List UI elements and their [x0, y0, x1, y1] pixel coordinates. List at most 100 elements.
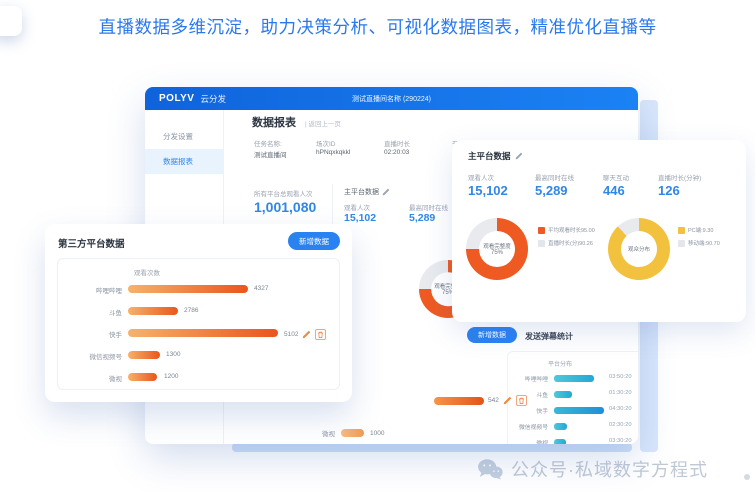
chart-row: 微视 1200 [58, 371, 339, 383]
edit-icon[interactable] [503, 396, 512, 405]
footer: 公众号·私域数字方程式 [430, 456, 755, 482]
row-label: 微视 [58, 373, 122, 383]
sidebar-item-report[interactable]: 数据报表 [145, 149, 223, 174]
bottom-bar-row: 微视 1000 [322, 428, 384, 438]
bar [128, 307, 178, 315]
bar [554, 375, 594, 382]
donut-center: 观众分布 [621, 231, 657, 267]
row-value-group: 5102 [284, 329, 326, 340]
bar [128, 329, 278, 337]
bar [554, 423, 567, 430]
legend-swatch [538, 240, 545, 247]
meta-label: 任务名称: [254, 138, 282, 148]
donut-center-label: 观看完整度 [483, 242, 511, 250]
chart-row: 哔哩哔哩 4327 [58, 283, 339, 295]
delete-icon[interactable] [516, 395, 527, 406]
add-data-button[interactable]: 新增数据 [288, 232, 340, 250]
peek-bar-row: 542 [434, 395, 527, 406]
meta-label: 直播时长 [384, 138, 410, 148]
legend-label: PC端:9.30 [688, 226, 713, 234]
delete-icon[interactable] [315, 329, 326, 340]
legend-item: 移动端:90.70 [678, 239, 720, 247]
stat-label: 最高同时在线 [535, 172, 574, 182]
views-chart-panel: 观看次数 哔哩哔哩 4327 斗鱼 2786 快手 5102 [57, 258, 340, 390]
row-value: 4327 [254, 285, 268, 292]
legend-item: 直播时长(分)90.26 [538, 239, 593, 247]
page-headline: 直播数据多维沉淀，助力决策分析、可视化数据图表，精准优化直播等 [0, 14, 755, 39]
chart-axis-label: 平台分布 [548, 359, 572, 368]
main-platform-card: 主平台数据 观看人次 15,102 最高同时在线 5,289 聊天互动 446 … [452, 140, 746, 322]
main-platform-inline-title: 主平台数据 [344, 187, 390, 197]
background-band [232, 443, 632, 452]
bar [128, 373, 157, 381]
meta-value: 测试直播间 [254, 149, 287, 159]
edit-icon[interactable] [382, 188, 390, 196]
stat-label: 观看人次 [344, 202, 370, 212]
donut-center-value: 75% [491, 250, 503, 256]
sidebar-item-label: 数据报表 [163, 157, 193, 166]
legend-label: 直播时长(分)90.26 [548, 239, 593, 247]
chart-row: 微信视频号 02:30:20 [508, 421, 638, 431]
stat-label: 观看人次 [468, 172, 494, 182]
third-party-data-card: 第三方平台数据 新增数据 观看次数 哔哩哔哩 4327 斗鱼 2786 快手 5… [45, 224, 352, 402]
total-views-label: 所有平台总观看人次 [254, 188, 313, 198]
sidebar-item-label: 分发设置 [163, 132, 193, 141]
stat-value: 5,289 [535, 183, 568, 198]
chart-row: 快手 04:30:20 [508, 405, 638, 415]
row-value: 04:30:20 [609, 406, 632, 412]
chart-row: 斗鱼 2786 [58, 305, 339, 317]
stat-value: 446 [603, 183, 625, 198]
bar [128, 285, 248, 293]
card-title-text: 主平台数据 [468, 150, 511, 162]
bar [128, 351, 160, 359]
chart-row: 斗鱼 01:30:20 [508, 389, 638, 399]
row-value: 03:30:20 [609, 438, 632, 444]
sidebar-item-distribution[interactable]: 分发设置 [145, 124, 223, 149]
wechat-icon [477, 458, 503, 480]
row-value: 1300 [166, 351, 180, 358]
danmu-section-title: 发送弹幕统计 [525, 331, 573, 342]
legend-swatch [538, 227, 545, 234]
row-value: 1000 [370, 430, 384, 437]
donut-center-label: 观众分布 [628, 245, 650, 253]
legend-label: 移动端:90.70 [688, 239, 720, 247]
meta-value: 02:20:03 [384, 149, 409, 156]
total-views-value: 1,001,080 [254, 199, 316, 215]
row-label: 哔哩哔哩 [58, 285, 122, 295]
row-label: 斗鱼 [58, 307, 122, 317]
legend-swatch [678, 227, 685, 234]
row-value: 2786 [184, 307, 198, 314]
stat-label: 直播时长(分钟) [658, 172, 701, 182]
edit-icon[interactable] [515, 152, 523, 160]
row-label: 快手 [58, 329, 122, 339]
legend-swatch [678, 240, 685, 247]
page-title: 数据报表 [252, 114, 296, 130]
row-label: 微视 [322, 428, 335, 438]
row-label: 微视 [494, 438, 548, 444]
page: 直播数据多维沉淀，助力决策分析、可视化数据图表，精准优化直播等 POLYV 云分… [0, 0, 755, 492]
stat-label: 最高同时在线 [409, 202, 448, 212]
stat-value: 5,289 [409, 212, 435, 224]
legend-item: PC端:9.30 [678, 226, 713, 234]
card-title: 主平台数据 [468, 150, 523, 162]
chart-row: 哔哩哔哩 03:50:20 [508, 373, 638, 383]
dot-deco [744, 474, 750, 480]
row-value: 542 [488, 397, 499, 404]
row-label: 快手 [494, 406, 548, 415]
meta-value: hPNqxkqkkl [316, 149, 350, 156]
back-link[interactable]: | 返回上一页 [305, 118, 341, 128]
row-value: 5102 [284, 331, 298, 338]
chart-row: 微信视频号 1300 [58, 349, 339, 361]
meta-label: 场次ID [316, 138, 336, 148]
footer-text: 公众号·私域数字方程式 [511, 456, 708, 482]
add-data-button[interactable]: 新增数据 [467, 327, 517, 343]
room-title: 测试直播间名称 (290224) [145, 94, 638, 104]
row-value: 01:30:20 [609, 390, 632, 396]
chart-row: 快手 5102 [58, 327, 339, 339]
card-title: 第三方平台数据 [58, 236, 125, 250]
donut-center: 观看完整度 75% [479, 231, 515, 267]
bar [554, 391, 572, 398]
stat-value: 15,102 [468, 183, 508, 198]
row-label: 微信视频号 [58, 351, 122, 361]
edit-icon[interactable] [302, 330, 311, 339]
